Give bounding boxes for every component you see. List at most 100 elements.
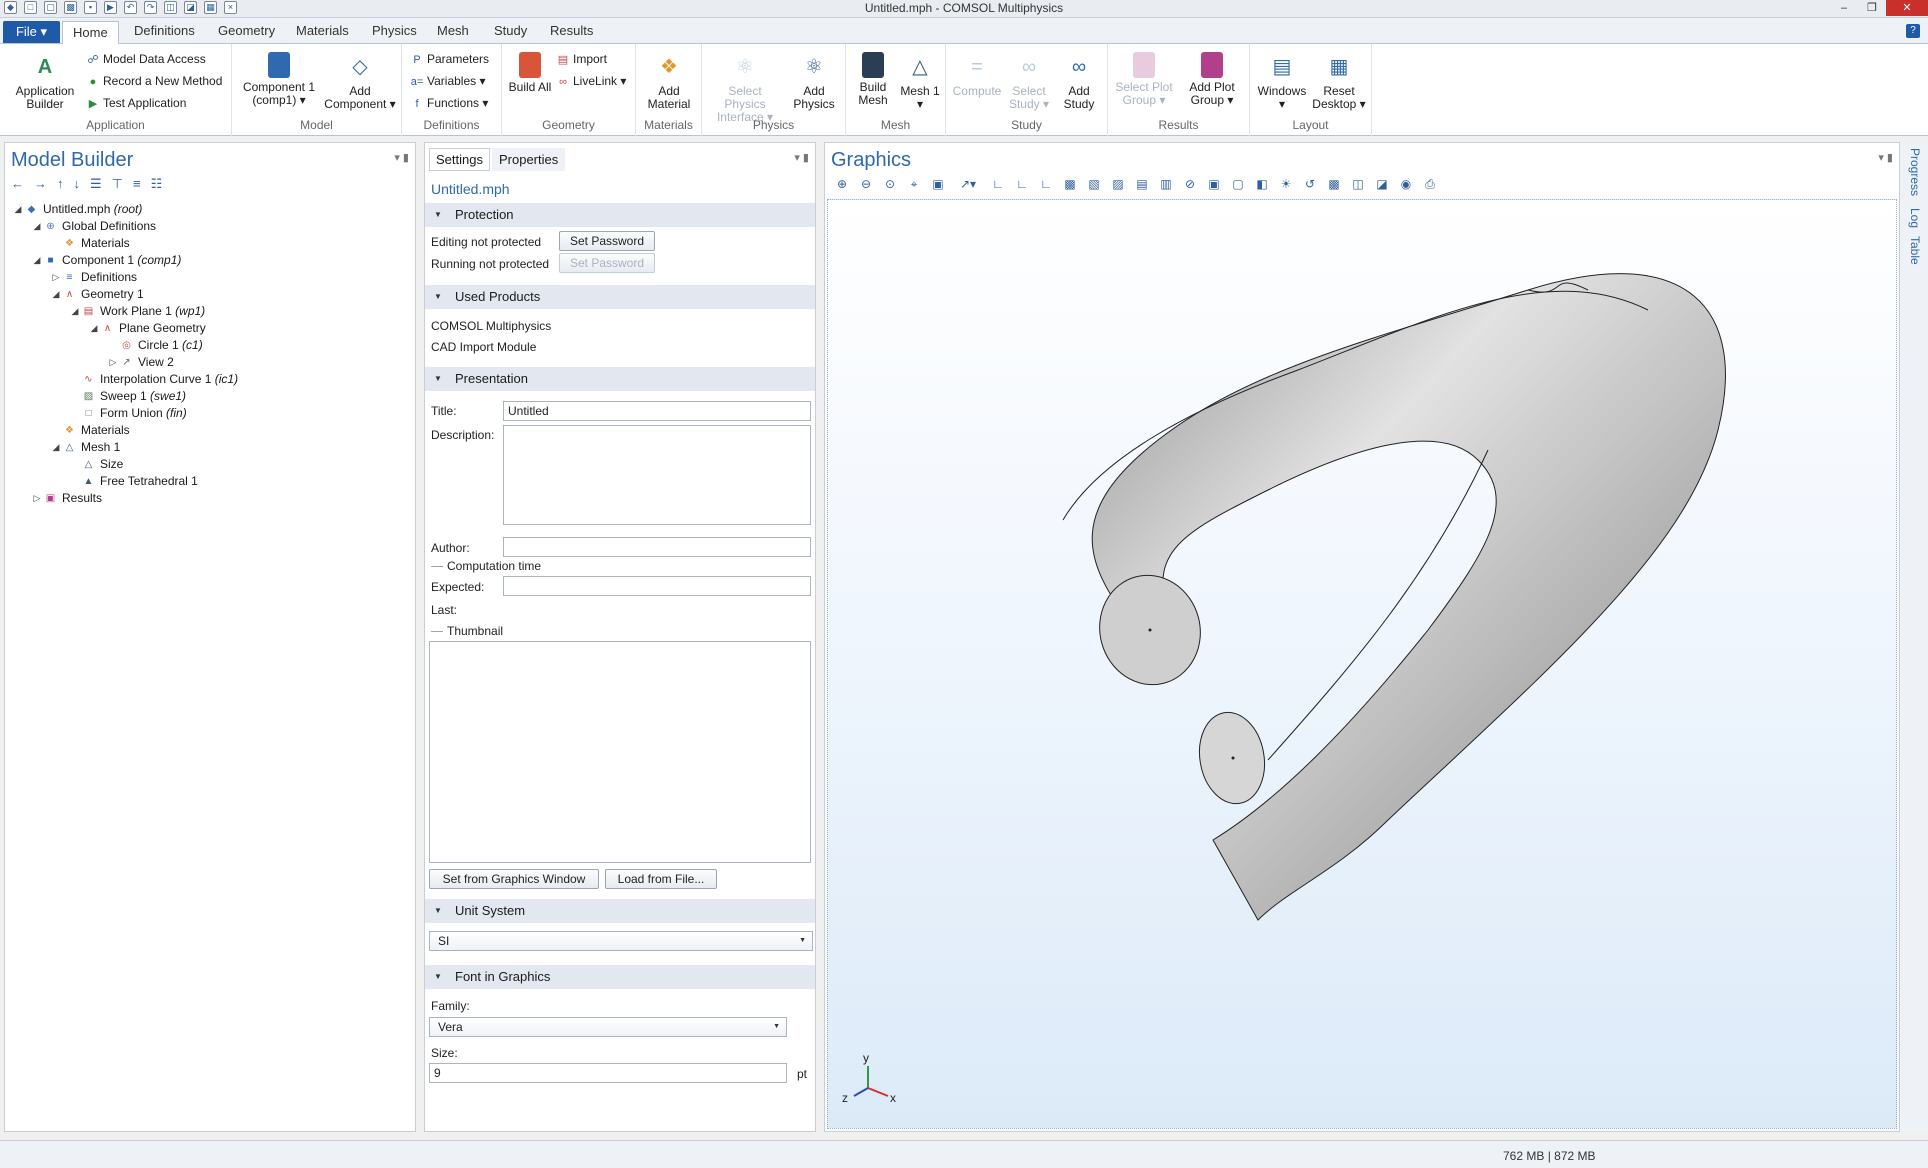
graphics-menu-icon[interactable]: ▾ ▮ [1878, 151, 1893, 164]
tab-materials[interactable]: Materials [296, 23, 349, 38]
select-physics-interface-button[interactable]: ⚛ Select Physics Interface ▾ [706, 52, 784, 124]
collapse-arrow-icon[interactable]: ◢ [51, 286, 61, 303]
mesh1-button[interactable]: △ Mesh 1 ▾ [898, 52, 942, 111]
collapse-arrow-icon[interactable]: ◢ [89, 320, 99, 337]
tree-node[interactable]: ◢ ▤ Work Plane 1 (wp1) [13, 303, 411, 320]
show-icon[interactable]: ☰ [90, 176, 102, 192]
wireframe-icon[interactable]: ▢ [1229, 176, 1247, 192]
unit-system-section-header[interactable]: Unit System [425, 899, 815, 923]
zoom-extents-icon[interactable]: ▣ [929, 176, 947, 192]
tab-definitions[interactable]: Definitions [134, 23, 195, 38]
swept-tube-geometry[interactable] [1062, 273, 1726, 921]
font-section-header[interactable]: Font in Graphics [425, 965, 815, 989]
select-boundaries-icon[interactable]: ▨ [1109, 176, 1127, 192]
tree-node[interactable]: ▷ ≡ Definitions [13, 269, 411, 286]
set-editing-password-button[interactable]: Set Password [559, 231, 655, 251]
tree-node[interactable]: ❖ Materials [13, 422, 411, 439]
hide-icon[interactable]: ⊘ [1181, 176, 1199, 192]
tab-log[interactable]: Log [1908, 208, 1922, 228]
collapse-icon[interactable]: ⊤ [112, 176, 123, 192]
render-icon[interactable]: ▩ [1325, 176, 1343, 192]
tree-node[interactable]: ▷ ↗ View 2 [13, 354, 411, 371]
restore-icon[interactable]: ❐ [1858, 0, 1886, 16]
clip-icon[interactable]: ◫ [1349, 176, 1367, 192]
record-method-button[interactable]: ● Record a New Method [86, 74, 223, 90]
zx-view-icon[interactable]: ∟ [1037, 176, 1055, 192]
add-component-button[interactable]: ◇ Add Component ▾ [320, 52, 400, 111]
add-physics-button[interactable]: ⚛ Add Physics [786, 52, 842, 111]
presentation-section-header[interactable]: Presentation [425, 367, 815, 391]
set-running-password-button[interactable]: Set Password [559, 253, 655, 273]
tab-geometry[interactable]: Geometry [218, 23, 275, 38]
livelink-button[interactable]: ∞ LiveLink ▾ [556, 74, 626, 90]
windows-button[interactable]: ▤ Windows ▾ [1254, 52, 1310, 111]
tree-node[interactable]: ◢ △ Mesh 1 [13, 439, 411, 456]
expand-arrow-icon[interactable]: ▷ [51, 269, 61, 286]
tab-progress[interactable]: Progress [1908, 148, 1922, 196]
component-button[interactable]: Component 1 (comp1) ▾ [238, 52, 320, 107]
build-all-button[interactable]: Build All [506, 52, 554, 94]
parameters-button[interactable]: P Parameters [410, 52, 489, 68]
show-icon[interactable]: ▣ [1205, 176, 1223, 192]
select-study-button[interactable]: ∞ Select Study ▾ [1004, 52, 1054, 111]
tab-mesh[interactable]: Mesh [437, 23, 469, 38]
protection-section-header[interactable]: Protection [425, 203, 815, 227]
axes-icon[interactable]: ↗▾ [953, 176, 983, 192]
title-input[interactable]: Untitled [503, 401, 811, 421]
zoom-box-icon[interactable]: ⊙ [881, 176, 899, 192]
tab-table[interactable]: Table [1908, 236, 1922, 265]
reset-icon[interactable]: ↺ [1301, 176, 1319, 192]
zoom-selected-icon[interactable]: ⌖ [905, 176, 923, 192]
tab-results[interactable]: Results [550, 23, 593, 38]
collapse-arrow-icon[interactable]: ◢ [51, 439, 61, 456]
screenshot-icon[interactable]: ◉ [1397, 176, 1415, 192]
select-domains-icon[interactable]: ▧ [1085, 176, 1103, 192]
tree-node[interactable]: ◎ Circle 1 (c1) [13, 337, 411, 354]
zoom-in-icon[interactable]: ⊕ [833, 176, 851, 192]
scene-light-icon[interactable]: ☀ [1277, 176, 1295, 192]
tree-node[interactable]: ◢ ∧ Geometry 1 [13, 286, 411, 303]
xy-view-icon[interactable]: ∟ [989, 176, 1007, 192]
collapse-arrow-icon[interactable]: ◢ [70, 303, 80, 320]
tab-physics[interactable]: Physics [372, 23, 417, 38]
add-study-button[interactable]: ∞ Add Study [1054, 52, 1104, 111]
help-icon[interactable]: ? [1906, 24, 1920, 38]
print-icon[interactable]: ⎙ [1421, 176, 1439, 192]
expected-input[interactable] [503, 576, 811, 596]
graphics-canvas[interactable]: y x z [827, 199, 1897, 1129]
tab-home[interactable]: Home [62, 21, 119, 44]
font-size-input[interactable]: 9 [429, 1063, 787, 1083]
used-products-section-header[interactable]: Used Products [425, 285, 815, 309]
test-application-button[interactable]: ▶ Test Application [86, 96, 187, 112]
import-button[interactable]: ▤ Import [556, 52, 607, 68]
add-plot-group-button[interactable]: Add Plot Group ▾ [1178, 52, 1246, 107]
select-points-icon[interactable]: ▥ [1157, 176, 1175, 192]
expand-arrow-icon[interactable]: ▷ [32, 490, 42, 507]
close-icon[interactable]: ✕ [1886, 0, 1928, 16]
expand-icon[interactable]: ≡ [133, 176, 141, 192]
geometry-viewport[interactable]: y x z [828, 200, 1897, 1129]
select-icon[interactable]: ▩ [1061, 176, 1079, 192]
forward-icon[interactable]: → [34, 176, 47, 192]
functions-button[interactable]: f Functions ▾ [410, 96, 488, 112]
select-edges-icon[interactable]: ▤ [1133, 176, 1151, 192]
minimize-icon[interactable]: – [1830, 0, 1858, 16]
variables-button[interactable]: a= Variables ▾ [410, 74, 486, 90]
author-input[interactable] [503, 537, 811, 557]
add-material-button[interactable]: ❖ Add Material [640, 52, 698, 111]
tree-node[interactable]: ∿ Interpolation Curve 1 (ic1) [13, 371, 411, 388]
yz-view-icon[interactable]: ∟ [1013, 176, 1031, 192]
tab-study[interactable]: Study [494, 23, 527, 38]
file-menu-button[interactable]: File ▾ [3, 21, 60, 43]
move-down-icon[interactable]: ↓ [74, 176, 81, 192]
description-textarea[interactable] [503, 425, 811, 525]
tree-node[interactable]: ▷ ▣ Results [13, 490, 411, 507]
application-builder-button[interactable]: A Application Builder [10, 52, 80, 111]
tab-settings[interactable]: Settings [429, 148, 490, 171]
font-family-select[interactable]: Vera [429, 1017, 787, 1037]
compute-button[interactable]: = Compute [950, 52, 1004, 98]
copy-icon[interactable]: ◪ [1373, 176, 1391, 192]
load-from-file-button[interactable]: Load from File... [605, 869, 717, 889]
collapse-arrow-icon[interactable]: ◢ [32, 218, 42, 235]
tree-node[interactable]: ❖ Materials [13, 235, 411, 252]
